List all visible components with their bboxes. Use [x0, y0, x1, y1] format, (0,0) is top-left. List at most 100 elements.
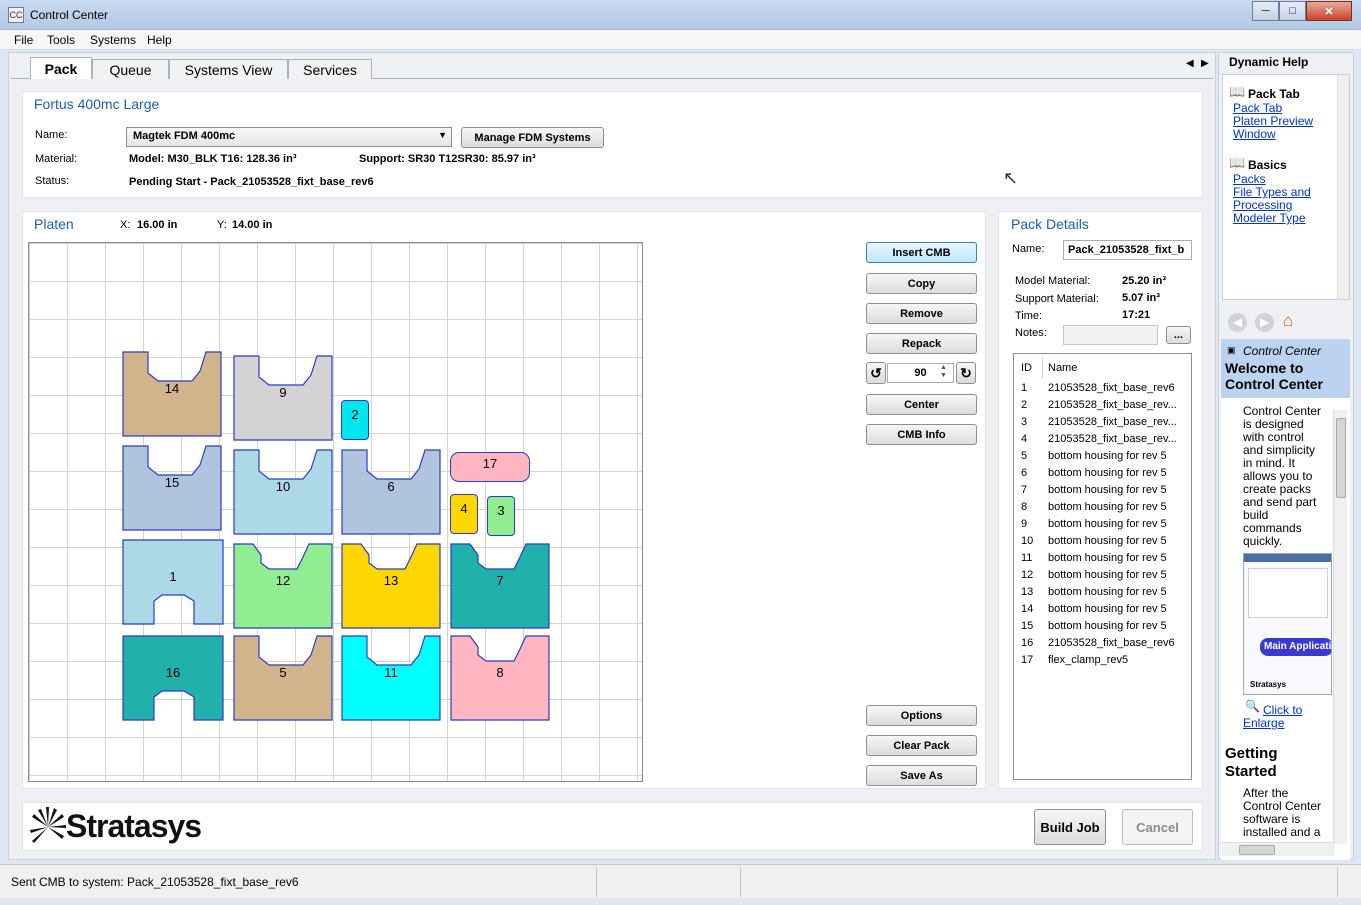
platen-part-9[interactable]: 9	[233, 355, 333, 441]
pack-name-input[interactable]: Pack_21053528_fixt_b	[1063, 240, 1192, 260]
rotation-stepper-icon[interactable]: ▲ ▼	[940, 364, 947, 380]
help-link-pack-tab[interactable]: Pack Tab	[1233, 101, 1282, 115]
tab-queue[interactable]: Queue	[92, 59, 169, 79]
list-item[interactable]: 1 21053528_fixt_base_rev6	[1014, 380, 1191, 397]
list-item[interactable]: 17 flex_clamp_rev5	[1014, 652, 1191, 669]
remove-button[interactable]: Remove	[866, 303, 977, 324]
forward-icon[interactable]: ▶	[1255, 313, 1274, 332]
help-link-packs[interactable]: Packs	[1233, 172, 1266, 186]
repack-button[interactable]: Repack	[866, 333, 977, 354]
list-item[interactable]: 6 bottom housing for rev 5	[1014, 465, 1191, 482]
platen-part-17[interactable]: 17	[450, 452, 530, 482]
list-item[interactable]: 13 bottom housing for rev 5	[1014, 584, 1191, 601]
tab-services[interactable]: Services	[288, 59, 372, 79]
help-topics-scrollbar[interactable]	[1337, 75, 1349, 299]
copy-button[interactable]: Copy	[866, 273, 977, 294]
magnifier-icon: 🔍	[1245, 699, 1260, 713]
list-item[interactable]: 9 bottom housing for rev 5	[1014, 516, 1191, 533]
list-item-name: bottom housing for rev 5	[1048, 603, 1167, 615]
help-link-processing[interactable]: Processing	[1233, 198, 1292, 212]
platen-part-8[interactable]: 8	[450, 635, 550, 721]
list-item[interactable]: 11 bottom housing for rev 5	[1014, 550, 1191, 567]
maximize-icon[interactable]: □	[1279, 1, 1306, 21]
platen-part-2[interactable]: 2	[341, 400, 369, 440]
pack-notes-input[interactable]	[1063, 325, 1158, 345]
manage-fdm-systems-button[interactable]: Manage FDM Systems	[461, 127, 604, 148]
list-item[interactable]: 8 bottom housing for rev 5	[1014, 499, 1191, 516]
tab-scroll-right-icon[interactable]: ▶	[1201, 58, 1209, 69]
list-item[interactable]: 12 bottom housing for rev 5	[1014, 567, 1191, 584]
help-link-platen-preview[interactable]: Platen Preview	[1233, 114, 1313, 128]
help-link-window[interactable]: Window	[1233, 127, 1276, 141]
platen-part-13[interactable]: 13	[341, 543, 441, 629]
platen-part-4[interactable]: 4	[450, 494, 478, 534]
save-as-button[interactable]: Save As	[866, 765, 977, 786]
list-item-name: bottom housing for rev 5	[1048, 552, 1167, 564]
tab-systems-view[interactable]: Systems View	[169, 59, 288, 79]
platen-part-3[interactable]: 3	[487, 496, 515, 536]
home-icon[interactable]: ⌂	[1283, 311, 1293, 331]
rotate-cw-icon[interactable]: ↻	[956, 362, 976, 384]
platen-part-10[interactable]: 10	[233, 449, 333, 535]
help-hscroll-thumb[interactable]	[1239, 845, 1275, 855]
list-item[interactable]: 14 bottom housing for rev 5	[1014, 601, 1191, 618]
menu-systems[interactable]: Systems	[90, 33, 136, 47]
list-item-id: 11	[1021, 552, 1033, 564]
system-name-dropdown[interactable]: Magtek FDM 400mc ▼	[126, 127, 452, 147]
platen-part-14[interactable]: 14	[122, 351, 222, 437]
minimize-icon[interactable]: ─	[1252, 1, 1279, 21]
platen-part-6[interactable]: 6	[341, 449, 441, 535]
options-button[interactable]: Options	[866, 705, 977, 726]
help-content-scrollbar[interactable]	[1333, 410, 1347, 844]
list-item-name: bottom housing for rev 5	[1048, 620, 1167, 632]
list-item-name: bottom housing for rev 5	[1048, 586, 1167, 598]
close-icon[interactable]: ✕	[1306, 1, 1352, 21]
status-divider	[596, 867, 597, 897]
list-item[interactable]: 5 bottom housing for rev 5	[1014, 448, 1191, 465]
list-item[interactable]: 3 21053528_fixt_base_rev...	[1014, 414, 1191, 431]
list-item[interactable]: 16 21053528_fixt_base_rev6	[1014, 635, 1191, 652]
col-id-header[interactable]: ID	[1021, 362, 1032, 374]
insert-cmb-button[interactable]: Insert CMB	[866, 242, 977, 263]
chevron-down-icon: ▼	[438, 130, 447, 140]
help-scroll-thumb[interactable]	[1336, 418, 1346, 498]
part-list[interactable]: ID Name 1 21053528_fixt_base_rev6 2 2105352…	[1013, 353, 1192, 780]
menu-help[interactable]: Help	[147, 33, 172, 47]
cmb-info-button[interactable]: CMB Info	[866, 424, 977, 445]
help-link-enlarge[interactable]: Enlarge	[1243, 716, 1284, 730]
list-item[interactable]: 15 bottom housing for rev 5	[1014, 618, 1191, 635]
platen-part-16[interactable]: 16	[122, 635, 224, 721]
help-link-modeler-type[interactable]: Modeler Type	[1233, 211, 1306, 225]
notes-browse-button[interactable]: ...	[1166, 326, 1191, 344]
list-item[interactable]: 4 21053528_fixt_base_rev...	[1014, 431, 1191, 448]
help-body-line: is designed	[1243, 417, 1304, 431]
platen-part-7[interactable]: 7	[450, 543, 550, 629]
col-name-header[interactable]: Name	[1048, 362, 1077, 374]
cancel-button[interactable]: Cancel	[1122, 809, 1193, 845]
clear-pack-button[interactable]: Clear Pack	[866, 735, 977, 756]
list-item[interactable]: 7 bottom housing for rev 5	[1014, 482, 1191, 499]
list-item[interactable]: 2 21053528_fixt_base_rev...	[1014, 397, 1191, 414]
build-job-button[interactable]: Build Job	[1034, 809, 1106, 845]
platen-part-label: 16	[165, 665, 181, 680]
platen-part-5[interactable]: 5	[233, 635, 333, 721]
platen-part-12[interactable]: 12	[233, 543, 333, 629]
menu-tools[interactable]: Tools	[47, 33, 75, 47]
platen-part-11[interactable]: 11	[341, 635, 441, 721]
center-button[interactable]: Center	[866, 394, 977, 415]
tab-scroll-left-icon[interactable]: ◀	[1186, 58, 1194, 69]
column-divider	[1042, 358, 1043, 378]
list-item-id: 6	[1021, 467, 1028, 479]
platen-part-1[interactable]: 1	[122, 539, 224, 625]
menu-file[interactable]: File	[14, 33, 33, 47]
tab-pack[interactable]: Pack	[30, 57, 92, 79]
help-link-file-types[interactable]: File Types and	[1233, 185, 1311, 199]
list-item[interactable]: 10 bottom housing for rev 5	[1014, 533, 1191, 550]
help-hscrollbar[interactable]	[1222, 842, 1335, 856]
platen-part-15[interactable]: 15	[122, 445, 222, 531]
back-icon[interactable]: ◀	[1228, 313, 1247, 332]
help-thumbnail[interactable]: Main Applicati Stratasys	[1243, 553, 1332, 695]
platen-preview[interactable]: 14 9 2 15 10 6 17 4 3 1 12 13 7 16 5 11 8	[28, 242, 643, 782]
rotate-ccw-icon[interactable]: ↺	[866, 362, 886, 384]
help-link-click-to[interactable]: Click to	[1263, 703, 1302, 717]
